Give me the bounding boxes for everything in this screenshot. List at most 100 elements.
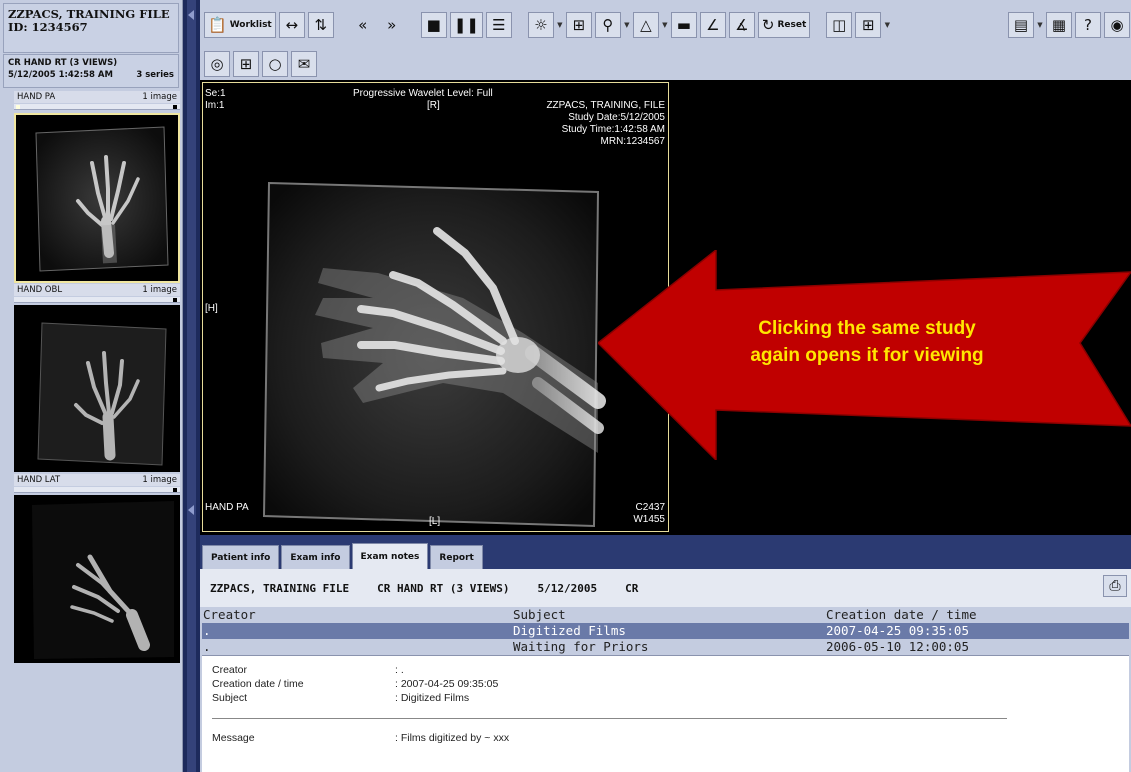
summary-patient: ZZPACS, TRAINING FILE <box>210 581 350 595</box>
study-browser-panel: ZZPACS, TRAINING FILE ID: 1234567 CR HAN… <box>0 0 183 772</box>
column-header-creator[interactable]: Creator <box>202 607 513 623</box>
dicom-tags-button[interactable]: ▦ <box>1046 12 1072 38</box>
overlay-mrn: MRN:1234567 <box>600 136 665 147</box>
compare-forward-button[interactable]: ↔ <box>278 12 305 38</box>
overlay-window-width: W1455 <box>633 514 665 525</box>
window-level-dropdown[interactable]: ▼ <box>557 12 563 38</box>
main-toolbar: 📋 Worklist ↔ ⇅ « » ■ ❚❚ ☰ ☼ ▼ ⊞ ⚲ ▼ △ ▼ … <box>200 0 1131 80</box>
worklist-label: Worklist <box>229 20 272 30</box>
summary-study: CR HAND RT (3 VIEWS) <box>377 581 510 595</box>
cell-creator: . <box>203 623 211 638</box>
two-pane-icon: ❚❚ <box>453 15 479 34</box>
flip-dropdown[interactable]: ▼ <box>662 12 668 38</box>
collapse-left-arrow-icon[interactable] <box>188 10 194 20</box>
patient-id: ID: 1234567 <box>8 20 88 34</box>
detail-created-label: Creation date / time <box>212 678 304 690</box>
thumbnail-hand-obl[interactable] <box>14 305 180 472</box>
tab-report[interactable]: Report <box>430 545 483 569</box>
cobb-angle-button[interactable]: ∡ <box>728 12 755 38</box>
column-header-created[interactable]: Creation date / time <box>826 607 1129 623</box>
detail-creator-label: Creator <box>212 664 248 676</box>
cd-export-button[interactable]: ◎ <box>204 51 230 77</box>
ruler-button[interactable]: ▬ <box>670 12 697 38</box>
series-header-hand-obl[interactable]: HAND OBL 1 image <box>14 284 180 296</box>
magnify-dropdown[interactable]: ▼ <box>624 12 630 38</box>
magnify-button[interactable]: ⚲ <box>594 12 621 38</box>
reset-button[interactable]: ↻ Reset <box>757 12 811 38</box>
grid-layout-dropdown[interactable]: ▼ <box>884 12 890 38</box>
link-series-button[interactable]: ⊞ <box>233 51 259 77</box>
thumbnail-hand-pa[interactable] <box>14 113 180 283</box>
compare-layout-button[interactable]: ◫ <box>826 12 853 38</box>
study-title: CR HAND RT (3 VIEWS) <box>8 58 118 68</box>
detail-message-value: : Films digitized by ~ xxx <box>395 732 510 744</box>
panel-splitter[interactable] <box>183 0 200 772</box>
double-right-icon: » <box>387 15 397 34</box>
worklist-button[interactable]: 📋 Worklist <box>204 12 276 38</box>
cd-icon: ◎ <box>210 54 224 73</box>
collapse-left-arrow-icon[interactable] <box>188 505 194 515</box>
worklist-icon: 📋 <box>208 15 227 34</box>
help-button[interactable]: ? <box>1075 12 1101 38</box>
column-header-subject[interactable]: Subject <box>513 607 826 623</box>
grid-layout-button[interactable]: ⊞ <box>855 12 882 38</box>
thumbnail-hand-lat[interactable] <box>14 495 180 663</box>
series-header-hand-pa[interactable]: HAND PA 1 image <box>14 91 180 103</box>
note-detail-pane: Creator : . Creation date / time : 2007-… <box>202 655 1129 772</box>
link-series-icon: ⊞ <box>239 54 253 73</box>
series-header-hand-lat[interactable]: HAND LAT 1 image <box>14 474 180 486</box>
overlay-series-label: HAND PA <box>205 502 249 513</box>
zoom-region-button[interactable]: ⊞ <box>565 12 592 38</box>
angle-icon: ∠ <box>706 15 720 34</box>
comment-button[interactable]: ○ <box>262 51 288 77</box>
tab-exam-info[interactable]: Exam info <box>281 545 350 569</box>
overlay-image: Im:1 <box>205 100 225 111</box>
annotation-callout-arrow: Clicking the same study again opens it f… <box>598 250 1131 460</box>
overlay-patient-name: ZZPACS, TRAINING, FILE <box>546 100 665 111</box>
detail-creator-value: : . <box>395 664 404 676</box>
series-count: 1 image <box>142 285 177 295</box>
patient-header[interactable]: ZZPACS, TRAINING FILE ID: 1234567 <box>3 3 179 53</box>
exam-summary-bar: ZZPACS, TRAINING FILE CR HAND RT (3 VIEW… <box>200 569 1131 607</box>
overlay-study-time: Study Time:1:42:58 AM <box>561 124 665 135</box>
cell-created: 2006-05-10 12:00:05 <box>826 639 969 654</box>
study-item[interactable]: CR HAND RT (3 VIEWS) 5/12/2005 1:42:58 A… <box>3 54 179 88</box>
xray-thumbnail-image <box>35 126 169 272</box>
ge-logo-button[interactable]: ◉ <box>1104 12 1130 38</box>
overlay-wavelet: Progressive Wavelet Level: Full <box>353 88 493 99</box>
tab-exam-notes[interactable]: Exam notes <box>351 543 429 569</box>
previous-button[interactable]: « <box>350 12 376 38</box>
xray-thumbnail-image <box>32 501 174 659</box>
flip-icon: △ <box>640 15 652 34</box>
display-settings-button[interactable]: ▤ <box>1008 12 1034 38</box>
layout-1x1-button[interactable]: ■ <box>420 12 447 38</box>
email-button[interactable]: ✉ <box>291 51 317 77</box>
comment-icon: ○ <box>268 54 282 73</box>
series-label: HAND OBL <box>17 285 63 295</box>
single-pane-icon: ■ <box>426 15 441 34</box>
window-level-button[interactable]: ☼ <box>527 12 554 38</box>
table-row[interactable]: . Waiting for Priors 2006-05-10 12:00:05 <box>202 639 1129 655</box>
ruler-icon: ▬ <box>676 15 691 34</box>
flip-button[interactable]: △ <box>632 12 659 38</box>
compare-back-button[interactable]: ⇅ <box>307 12 334 38</box>
cell-creator: . <box>203 639 211 654</box>
print-button[interactable]: ⎙ <box>1103 575 1127 597</box>
layout-2x1-button[interactable]: ☰ <box>485 12 512 38</box>
tab-patient-info[interactable]: Patient info <box>202 545 280 569</box>
zoom-region-icon: ⊞ <box>572 15 586 34</box>
table-header-row: Creator Subject Creation date / time <box>202 607 1129 623</box>
display-settings-dropdown[interactable]: ▼ <box>1037 12 1043 38</box>
cobb-angle-icon: ∡ <box>735 15 749 34</box>
next-button[interactable]: » <box>379 12 405 38</box>
reset-icon: ↻ <box>761 15 775 34</box>
overlay-window-center: C2437 <box>635 502 665 513</box>
detail-subject-label: Subject <box>212 692 248 704</box>
angle-button[interactable]: ∠ <box>699 12 726 38</box>
layout-1x2-button[interactable]: ❚❚ <box>449 12 483 38</box>
table-row[interactable]: . Digitized Films 2007-04-25 09:35:05 <box>202 623 1129 639</box>
series-label: HAND PA <box>17 92 56 102</box>
details-tabs: Patient info Exam info Exam notes Report <box>200 535 1131 569</box>
monitor-icon: ▤ <box>1013 15 1029 34</box>
brightness-icon: ☼ <box>534 15 548 34</box>
